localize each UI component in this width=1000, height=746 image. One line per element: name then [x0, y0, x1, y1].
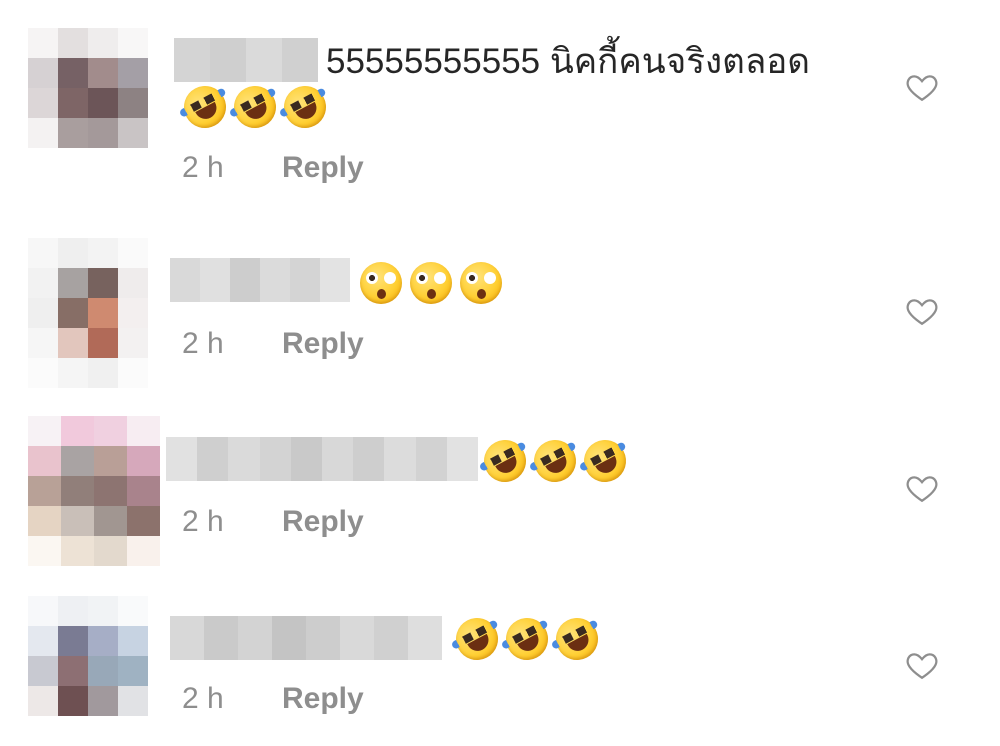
rolling-on-floor-laughing-icon	[476, 432, 534, 490]
emoji-group	[176, 78, 334, 136]
reply-button[interactable]: Reply	[282, 150, 364, 186]
rolling-on-floor-laughing-icon	[448, 610, 506, 668]
comment-timestamp: 2 h	[182, 151, 224, 184]
username-blurred[interactable]	[170, 258, 350, 302]
comment-timestamp: 2 h	[182, 682, 224, 715]
rolling-on-floor-laughing-icon	[498, 610, 556, 668]
heart-outline-icon[interactable]	[905, 471, 939, 505]
rolling-on-floor-laughing-icon	[526, 432, 584, 490]
reply-button[interactable]: Reply	[282, 326, 364, 362]
comment-timestamp: 2 h	[182, 327, 224, 360]
rolling-on-floor-laughing-icon	[226, 78, 284, 136]
heart-outline-icon[interactable]	[905, 294, 939, 328]
avatar[interactable]	[28, 596, 148, 746]
rolling-on-floor-laughing-icon	[548, 610, 606, 668]
flushed-face-icon	[410, 262, 452, 304]
rolling-on-floor-laughing-icon	[576, 432, 634, 490]
emoji-group	[448, 610, 606, 668]
username-blurred[interactable]	[166, 437, 478, 481]
avatar[interactable]	[28, 416, 162, 566]
rolling-on-floor-laughing-icon	[176, 78, 234, 136]
comment-text: 55555555555 นิคกี้คนจริงตลอด	[326, 42, 811, 81]
emoji-group	[360, 262, 502, 304]
heart-outline-icon[interactable]	[905, 648, 939, 682]
comment-timestamp: 2 h	[182, 505, 224, 538]
reply-button[interactable]: Reply	[282, 681, 364, 717]
flushed-face-icon	[460, 262, 502, 304]
username-blurred[interactable]	[170, 616, 442, 660]
rolling-on-floor-laughing-icon	[276, 78, 334, 136]
username-blurred[interactable]	[174, 38, 318, 82]
avatar[interactable]	[28, 238, 148, 388]
heart-outline-icon[interactable]	[905, 70, 939, 104]
avatar[interactable]	[28, 28, 148, 178]
reply-button[interactable]: Reply	[282, 504, 364, 540]
flushed-face-icon	[360, 262, 402, 304]
emoji-group	[476, 432, 634, 490]
